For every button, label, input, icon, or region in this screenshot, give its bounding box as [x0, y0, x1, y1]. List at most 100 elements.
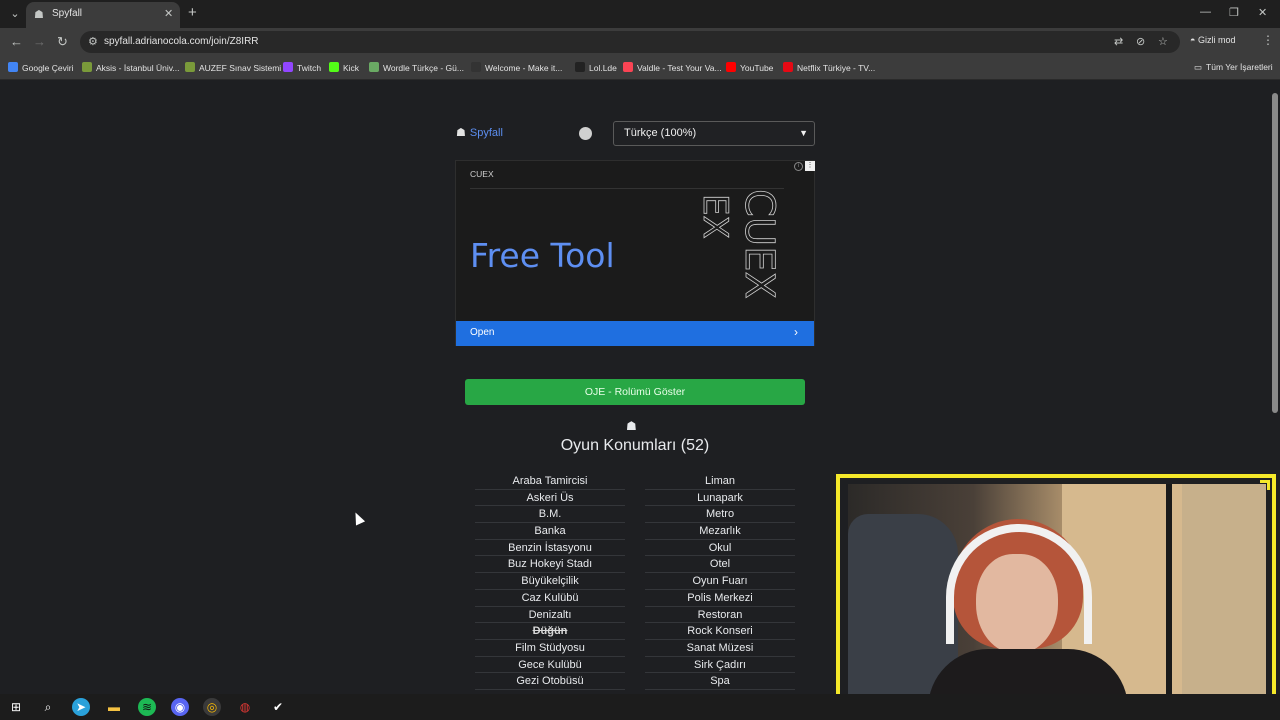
tab-spyfall[interactable]: ☗ Spyfall ✕ [26, 2, 180, 28]
file-explorer-icon[interactable]: ▬ [105, 698, 123, 716]
new-tab-button[interactable]: + [188, 4, 197, 21]
telegram-icon[interactable]: ➤ [72, 698, 90, 716]
eye-off-icon[interactable]: ⊘ [1136, 35, 1145, 48]
location-item[interactable]: Oyun Fuarı [645, 573, 795, 590]
location-item[interactable]: Sirk Çadırı [645, 657, 795, 674]
location-item[interactable]: Polis Merkezi [645, 590, 795, 607]
webcam-overlay [836, 474, 1276, 714]
bookmark-youtube[interactable]: YouTube [726, 62, 773, 73]
language-select[interactable]: Türkçe (100%) ▼ [613, 121, 815, 146]
incognito-label: Gizli mod [1197, 35, 1236, 45]
kick-icon [329, 62, 339, 72]
locations-list-right: Liman Lunapark Metro Mezarlık Okul Otel Oyun F… [645, 473, 795, 690]
auzef-icon [185, 62, 195, 72]
tab-close-icon[interactable]: ✕ [164, 7, 173, 20]
incognito-badge[interactable]: ◓ Gizli mod [1190, 35, 1235, 45]
ad-info-icon[interactable]: i [794, 162, 803, 171]
back-button[interactable]: ← [10, 34, 23, 49]
location-item[interactable]: Askeri Üs [475, 490, 625, 507]
location-item[interactable]: Büyükelçilik [475, 573, 625, 590]
bookmark-auzef[interactable]: AUZEF Sınav Sistemi [185, 62, 281, 73]
location-item[interactable]: Benzin İstasyonu [475, 540, 625, 557]
ad-close-icon[interactable]: ⋮ [805, 161, 815, 171]
location-item[interactable]: Araba Tamircisi [475, 473, 625, 490]
location-item[interactable]: Buz Hokeyi Stadı [475, 556, 625, 574]
google-translate-icon [8, 62, 18, 72]
location-item[interactable]: Film Stüdyosu [475, 640, 625, 657]
youtube-icon [726, 62, 736, 72]
bookmark-aksis[interactable]: Aksis - İstanbul Üniv... [82, 62, 179, 73]
webcam-frame-corner [1260, 480, 1270, 490]
mouse-cursor-icon [350, 510, 366, 526]
maximize-button[interactable]: ❐ [1229, 6, 1239, 19]
advertisement[interactable]: CUEX i ⋮ Free Tool EX CUEX Open › [455, 160, 815, 346]
bookmark-valdle[interactable]: Valdle - Test Your Va... [623, 62, 722, 73]
windows-start-icon[interactable]: ⊞ [7, 698, 25, 716]
url-text[interactable]: spyfall.adrianocola.com/join/Z8IRR [104, 36, 259, 47]
forward-button[interactable]: → [33, 34, 46, 49]
spy-favicon-icon: ☗ [34, 9, 44, 21]
bookmark-wordle[interactable]: Wordle Türkçe - Gü... [369, 62, 464, 73]
site-info-icon[interactable]: ⚙ [88, 35, 98, 48]
ad-brand: CUEX [470, 169, 494, 179]
location-item[interactable]: Gece Kulübü [475, 657, 625, 674]
star-icon[interactable]: ☆ [1158, 35, 1168, 48]
location-item[interactable]: B.M. [475, 506, 625, 524]
scrollbar-thumb[interactable] [1272, 93, 1278, 413]
location-item[interactable]: Banka [475, 523, 625, 540]
spotify-icon[interactable]: ≋ [138, 698, 156, 716]
ad-headline: Free Tool [470, 236, 615, 275]
bookmark-twitch[interactable]: Twitch [283, 62, 321, 73]
spy-icon: ☗ [626, 419, 637, 433]
location-item[interactable]: Lunapark [645, 490, 795, 507]
location-item[interactable]: Düğün [475, 623, 625, 640]
location-item[interactable]: Sanat Müzesi [645, 640, 795, 657]
bookmark-kick[interactable]: Kick [329, 62, 359, 73]
bookmark-netflix[interactable]: Netflix Türkiye - TV... [783, 62, 875, 73]
steam-icon[interactable]: ✔ [269, 698, 287, 716]
bookmark-google-ceviri[interactable]: Google Çeviri [8, 62, 74, 73]
ad-open-label: Open [470, 327, 495, 338]
address-bar[interactable]: ⚙ spyfall.adrianocola.com/join/Z8IRR ⇄ ⊘… [80, 31, 1180, 53]
location-item[interactable]: Mezarlık [645, 523, 795, 540]
minimize-button[interactable]: — [1200, 6, 1211, 18]
location-item[interactable]: Restoran [645, 607, 795, 624]
browser-menu-icon[interactable]: ⋮ [1262, 33, 1274, 47]
chrome-icon[interactable]: ◎ [203, 698, 221, 716]
search-icon[interactable]: ⌕ [39, 698, 57, 716]
webcam-light-stand [1166, 484, 1172, 708]
ad-deco-cuex: CUEX [736, 189, 782, 299]
locations-title: Oyun Konumları (52) [560, 437, 710, 454]
twitch-icon [283, 62, 293, 72]
tab-search-icon[interactable]: ⌄ [6, 5, 24, 23]
webcam-door [1182, 484, 1266, 708]
translate-icon[interactable]: ⇄ [1114, 35, 1123, 48]
spyfall-brand-link[interactable]: ☗ Spyfall [456, 126, 503, 139]
show-role-button[interactable]: OJE - Rolümü Göster [465, 379, 805, 405]
chevron-right-icon: › [794, 325, 798, 339]
theme-toggle[interactable] [579, 127, 592, 140]
reload-button[interactable]: ↻ [57, 34, 68, 50]
ad-open-button[interactable]: Open › [456, 321, 814, 346]
location-item[interactable]: Otel [645, 556, 795, 574]
taskbar: ⊞ ⌕ ➤ ▬ ≋ ◉ ◎ ◍ ✔ [0, 694, 1280, 720]
close-window-button[interactable]: ✕ [1258, 6, 1267, 19]
discord-icon[interactable]: ◉ [171, 698, 189, 716]
location-item[interactable]: Liman [645, 473, 795, 490]
bookmark-lollde[interactable]: Lol.Lde [575, 62, 617, 73]
wordle-icon [369, 62, 379, 72]
tab-strip: ⌄ ☗ Spyfall ✕ + — ❐ ✕ [0, 0, 1280, 28]
bookmark-welcome[interactable]: Welcome - Make it... [471, 62, 562, 73]
location-item[interactable]: Gezi Otobüsü [475, 673, 625, 690]
lollde-icon [575, 62, 585, 72]
location-item[interactable]: Caz Kulübü [475, 590, 625, 607]
all-bookmarks-button[interactable]: ▭ Tüm Yer İşaretleri [1194, 62, 1273, 73]
obs-icon[interactable]: ◍ [236, 698, 254, 716]
location-item[interactable]: Spa [645, 673, 795, 690]
webcam-feed [848, 484, 1266, 708]
welcome-icon [471, 62, 481, 72]
location-item[interactable]: Okul [645, 540, 795, 557]
location-item[interactable]: Metro [645, 506, 795, 524]
location-item[interactable]: Rock Konseri [645, 623, 795, 640]
location-item[interactable]: Denizaltı [475, 607, 625, 624]
